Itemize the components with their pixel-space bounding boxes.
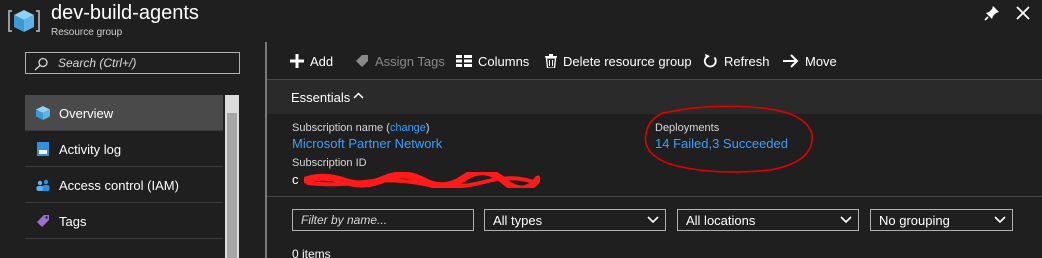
refresh-icon xyxy=(703,53,717,67)
items-count: 0 items xyxy=(292,247,331,258)
add-button[interactable]: Add xyxy=(290,50,333,72)
pin-icon[interactable] xyxy=(983,4,1001,22)
tag-icon xyxy=(37,215,49,227)
chevron-up-icon xyxy=(353,92,364,99)
grouping-value: No grouping xyxy=(879,213,950,228)
sidebar-item-overview[interactable]: Overview xyxy=(25,95,223,131)
assign-tags-button[interactable]: Assign Tags xyxy=(355,50,445,72)
cube-icon xyxy=(36,106,50,120)
page-title: dev-build-agents xyxy=(51,2,199,24)
subscription-id-value: c xyxy=(292,172,299,187)
refresh-label: Refresh xyxy=(724,53,770,69)
types-select[interactable]: All types xyxy=(484,209,666,231)
sidebar-item-label: Tags xyxy=(59,214,87,229)
move-label: Move xyxy=(805,53,837,69)
plus-icon xyxy=(290,54,304,68)
columns-icon xyxy=(456,55,472,67)
sidebar-nav: Overview Activity log Access control (IA… xyxy=(25,95,223,239)
people-icon xyxy=(36,179,50,191)
search-input[interactable]: Search (Ctrl+/) xyxy=(25,52,240,74)
label-text-end: ) xyxy=(425,122,430,134)
search-icon xyxy=(34,57,48,71)
sidebar-item-activity-log[interactable]: Activity log xyxy=(25,131,223,167)
essentials-title: Essentials xyxy=(291,90,351,105)
sidebar-item-label: Activity log xyxy=(59,142,122,157)
delete-resource-group-button[interactable]: Delete resource group xyxy=(545,50,692,72)
divider xyxy=(267,196,1042,197)
subscription-name-label: Subscription name (change) xyxy=(292,122,430,134)
filter-placeholder: Filter by name... xyxy=(301,213,388,227)
change-subscription-link[interactable]: change xyxy=(390,122,426,134)
tag-icon xyxy=(356,55,368,67)
columns-label: Columns xyxy=(478,53,530,69)
blade-header: dev-build-agents Resource group xyxy=(0,0,1042,42)
subscription-name-link[interactable]: Microsoft Partner Network xyxy=(292,136,442,151)
locations-select[interactable]: All locations xyxy=(677,209,859,231)
locations-value: All locations xyxy=(686,213,756,228)
page-subtitle: Resource group xyxy=(51,27,123,38)
sidebar-item-access-control[interactable]: Access control (IAM) xyxy=(25,167,223,203)
filter-by-name-input[interactable]: Filter by name... xyxy=(292,209,474,231)
trash-icon xyxy=(545,54,557,68)
sidebar-scroll-thumb[interactable] xyxy=(227,113,237,258)
refresh-button[interactable]: Refresh xyxy=(703,50,770,72)
columns-button[interactable]: Columns xyxy=(456,50,529,72)
sidebar-item-label: Overview xyxy=(59,106,114,121)
subscription-id-label: Subscription ID xyxy=(292,157,367,169)
label-text: Subscription name ( xyxy=(292,122,390,134)
annotation-circle xyxy=(644,105,813,173)
chevron-down-icon xyxy=(647,216,659,224)
pane-divider[interactable] xyxy=(265,42,267,258)
redaction-scribble xyxy=(304,172,540,188)
chevron-down-icon xyxy=(840,216,852,224)
delete-label: Delete resource group xyxy=(563,53,692,69)
assign-tags-label: Assign Tags xyxy=(375,53,445,69)
resource-group-icon xyxy=(8,10,40,32)
grouping-select[interactable]: No grouping xyxy=(870,209,1013,231)
sidebar-item-label: Access control (IAM) xyxy=(59,178,179,193)
sidebar-item-tags[interactable]: Tags xyxy=(25,203,223,239)
search-placeholder: Search (Ctrl+/) xyxy=(58,56,137,70)
chevron-down-icon xyxy=(994,216,1006,224)
close-icon[interactable] xyxy=(1014,4,1032,22)
move-button[interactable]: Move xyxy=(783,50,837,72)
log-icon xyxy=(37,142,49,156)
add-label: Add xyxy=(310,53,334,69)
types-value: All types xyxy=(493,213,543,228)
arrow-right-icon xyxy=(783,54,799,68)
